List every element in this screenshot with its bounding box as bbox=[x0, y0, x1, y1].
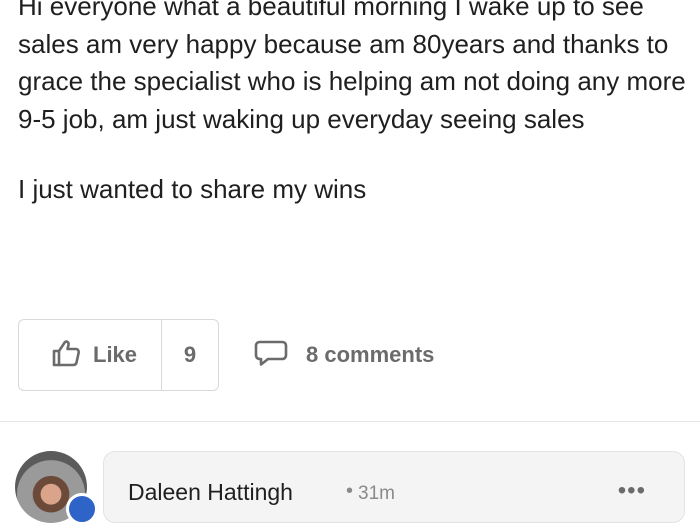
like-group: Like 9 bbox=[18, 319, 220, 391]
more-dots-icon[interactable]: ••• bbox=[618, 479, 646, 503]
like-label: Like bbox=[93, 342, 138, 367]
post-text: I just wanted to share my wins bbox=[18, 174, 367, 204]
comments-count-label: 8 comments bbox=[306, 342, 435, 367]
like-count[interactable]: 9 bbox=[162, 320, 218, 390]
comment-timestamp: 31m bbox=[358, 483, 395, 504]
post-actions: Like 9 8 comments bbox=[18, 319, 434, 391]
post-text: Hi everyone what a beautiful morning I w… bbox=[18, 0, 686, 134]
comments-button[interactable]: 8 comments bbox=[254, 339, 434, 372]
comment-author[interactable]: Daleen Hattingh bbox=[128, 479, 293, 506]
comment-bubble-icon bbox=[254, 339, 306, 372]
thumbs-up-icon bbox=[51, 339, 93, 372]
like-button[interactable]: Like bbox=[19, 320, 163, 390]
post-body: Hi everyone what a beautiful morning I w… bbox=[18, 0, 688, 209]
comment-bubble: Daleen Hattingh • 31m ••• bbox=[103, 451, 685, 523]
divider bbox=[0, 421, 700, 422]
avatar-badge bbox=[66, 493, 98, 525]
